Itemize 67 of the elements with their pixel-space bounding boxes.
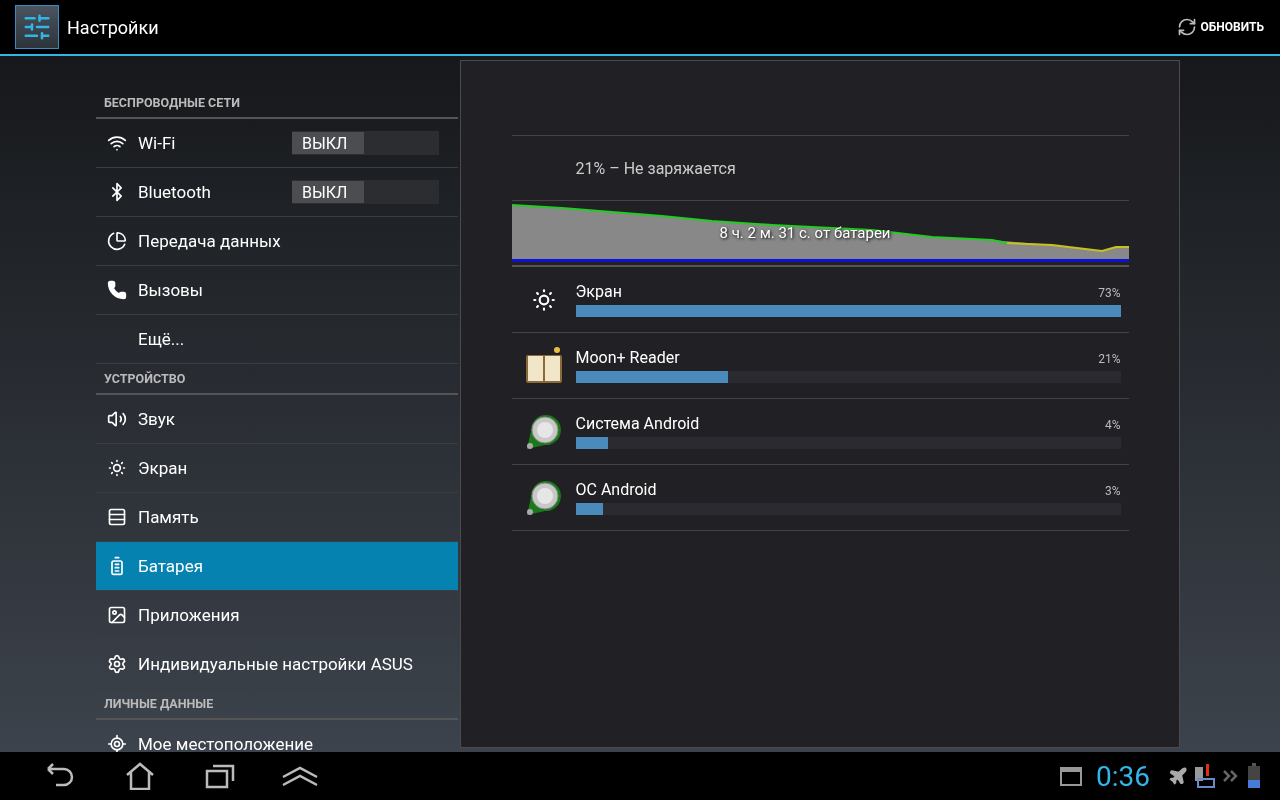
clock-time: 0:36 — [1096, 759, 1150, 793]
usage-percent: 4% — [1104, 418, 1121, 432]
battery-level-icon — [1248, 763, 1260, 789]
item-label: Вызовы — [138, 280, 205, 300]
home-icon — [125, 762, 155, 790]
recent-apps-icon — [205, 763, 235, 789]
brightness-icon — [107, 458, 127, 478]
settings-item[interactable]: Экран — [96, 444, 458, 493]
switch-thumb[interactable]: ВЫКЛ — [292, 132, 364, 154]
item-label: Приложения — [138, 605, 241, 625]
toggle-switch[interactable]: ВЫКЛ — [292, 180, 439, 204]
item-label: Память — [138, 507, 200, 527]
usage-row[interactable]: Экран 73% — [511, 267, 1129, 333]
calendar-icon[interactable] — [1060, 766, 1082, 786]
brightness-icon — [530, 286, 557, 313]
battery-status: 21% – Не заряжается — [511, 135, 1129, 201]
back-icon — [44, 763, 76, 789]
item-label: Батарея — [138, 556, 204, 576]
settings-item[interactable]: Передача данных — [96, 217, 458, 266]
settings-icon — [107, 654, 127, 674]
item-label: Звук — [138, 409, 176, 429]
wifi-icon — [107, 133, 127, 153]
refresh-icon — [1176, 17, 1197, 37]
usage-percent: 3% — [1104, 484, 1121, 498]
app-name: Система Android — [575, 414, 700, 433]
storage-warning-icon — [1194, 763, 1216, 789]
item-label: Индивидуальные настройки ASUS — [138, 654, 414, 674]
item-label: Wi-Fi — [138, 133, 177, 153]
chevrons-icon — [1222, 769, 1238, 783]
phone-icon — [107, 280, 127, 300]
section-header: ЛИЧНЫЕ ДАННЫЕ — [96, 689, 458, 720]
toggle-switch[interactable]: ВЫКЛ — [292, 131, 439, 155]
settings-item[interactable]: Вызовы — [96, 266, 458, 315]
switch-thumb[interactable]: ВЫКЛ — [292, 181, 364, 203]
settings-item[interactable]: Ещё... — [96, 315, 458, 364]
settings-item[interactable]: Индивидуальные настройки ASUS — [96, 640, 458, 689]
storage-icon — [107, 507, 127, 527]
picture-icon — [107, 605, 127, 625]
item-label: Передача данных — [138, 231, 282, 251]
app-name: Moon+ Reader — [575, 348, 680, 367]
app-title: Настройки — [67, 16, 160, 38]
item-label: Bluetooth — [138, 182, 212, 202]
section-header: УСТРОЙСТВО — [96, 364, 458, 395]
item-label: Ещё... — [138, 329, 186, 349]
pie-chart-icon — [107, 231, 127, 251]
item-label: Мое местоположение — [138, 734, 315, 752]
usage-percent: 73% — [1098, 286, 1121, 300]
location-icon — [107, 734, 127, 752]
usage-row[interactable]: ОС Android 3% — [511, 465, 1129, 531]
settings-app-icon — [15, 5, 59, 49]
usage-row[interactable]: Система Android 4% — [511, 399, 1129, 465]
refresh-button[interactable]: ОБНОВИТЬ — [1172, 13, 1268, 41]
settings-item[interactable]: Звук — [96, 395, 458, 444]
double-chevron-icon — [281, 765, 319, 787]
usage-row[interactable]: Moon+ Reader 21% — [511, 333, 1129, 399]
settings-item[interactable]: Батарея — [96, 542, 458, 591]
app-name: ОС Android — [575, 480, 657, 499]
app-name: Экран — [575, 282, 622, 301]
usage-percent: 21% — [1098, 352, 1121, 366]
speaker-icon — [107, 409, 127, 429]
airplane-icon — [1168, 766, 1188, 786]
battery-time-label: 8 ч. 2 м. 31 с. от батареи — [719, 224, 891, 242]
settings-item[interactable]: Wi-Fi ВЫКЛ — [96, 119, 458, 168]
section-header: БЕСПРОВОДНЫЕ СЕТИ — [96, 88, 458, 119]
settings-item[interactable]: Bluetooth ВЫКЛ — [96, 168, 458, 217]
settings-item[interactable]: Приложения — [96, 591, 458, 640]
item-label: Экран — [138, 458, 189, 478]
